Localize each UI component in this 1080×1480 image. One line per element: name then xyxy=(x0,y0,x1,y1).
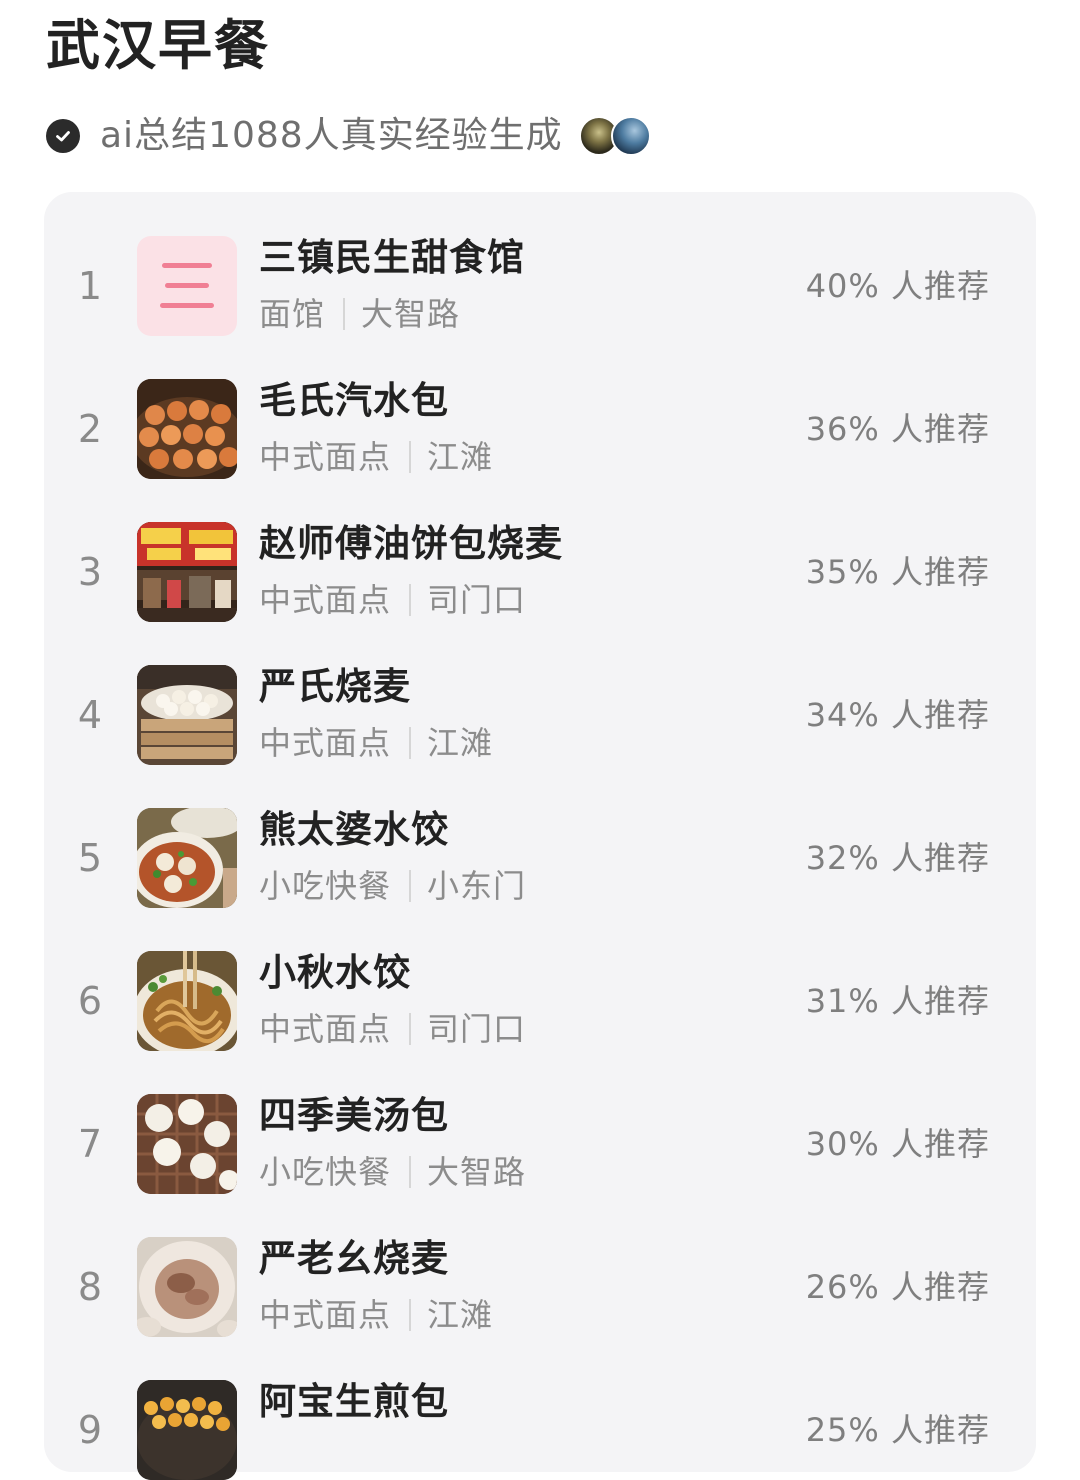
restaurant-category: 小吃快餐 xyxy=(259,1153,392,1191)
restaurant-category: 中式面点 xyxy=(259,724,392,762)
recommend-percent: 26% 人推荐 xyxy=(805,1268,990,1306)
divider xyxy=(409,1299,412,1331)
list-item[interactable]: 8 严老幺烧麦 中式面点 江滩 26% 人推荐 xyxy=(44,1237,1036,1337)
restaurant-meta: 中式面点 司门口 xyxy=(259,1007,526,1051)
restaurant-category: 中式面点 xyxy=(259,1296,392,1334)
restaurant-meta: 面馆 大智路 xyxy=(259,292,460,336)
divider xyxy=(343,298,346,330)
rank-number: 2 xyxy=(77,407,103,451)
restaurant-name: 阿宝生煎包 xyxy=(259,1380,449,1423)
recommend-percent: 36% 人推荐 xyxy=(805,410,990,448)
restaurant-name: 三镇民生甜食馆 xyxy=(259,236,525,279)
restaurant-name: 严老幺烧麦 xyxy=(259,1237,449,1280)
rank-number: 3 xyxy=(77,550,103,594)
divider xyxy=(409,1013,412,1045)
restaurant-thumbnail xyxy=(137,1094,237,1194)
restaurant-meta: 中式面点 司门口 xyxy=(259,578,526,622)
ai-summary-text: ai总结1088人真实经验生成 xyxy=(100,115,563,156)
ranking-list: 1 三镇民生甜食馆 面馆 大智路 40% 人推荐 2 毛氏汽水包 中式面点 江滩… xyxy=(44,192,1036,1480)
restaurant-name: 赵师傅油饼包烧麦 xyxy=(259,522,563,565)
list-item[interactable]: 4 严氏烧麦 中式面点 江滩 34% 人推荐 xyxy=(44,665,1036,765)
list-item[interactable]: 9 阿宝生煎包 25% 人推荐 xyxy=(44,1380,1036,1480)
restaurant-meta: 小吃快餐 大智路 xyxy=(259,1150,526,1194)
list-item[interactable]: 3 赵师傅油饼包烧麦 中式面点 司门口 35% 人推荐 xyxy=(44,522,1036,622)
restaurant-area: 江滩 xyxy=(427,1296,494,1334)
rank-number: 6 xyxy=(77,979,103,1023)
restaurant-meta: 中式面点 江滩 xyxy=(259,721,493,765)
divider xyxy=(409,441,412,473)
restaurant-meta: 中式面点 江滩 xyxy=(259,1293,493,1337)
recommend-percent: 30% 人推荐 xyxy=(805,1125,990,1163)
restaurant-name: 严氏烧麦 xyxy=(259,665,411,708)
restaurant-name: 熊太婆水饺 xyxy=(259,808,449,851)
list-item[interactable]: 1 三镇民生甜食馆 面馆 大智路 40% 人推荐 xyxy=(44,236,1036,336)
divider xyxy=(409,584,412,616)
restaurant-thumbnail xyxy=(137,1237,237,1337)
recommend-percent: 32% 人推荐 xyxy=(805,839,990,877)
recommend-percent: 31% 人推荐 xyxy=(805,982,990,1020)
rank-number: 5 xyxy=(77,836,103,880)
restaurant-name: 四季美汤包 xyxy=(259,1094,449,1137)
restaurant-meta: 中式面点 江滩 xyxy=(259,435,493,479)
list-item[interactable]: 6 小秋水饺 中式面点 司门口 31% 人推荐 xyxy=(44,951,1036,1051)
list-item[interactable]: 7 四季美汤包 小吃快餐 大智路 30% 人推荐 xyxy=(44,1094,1036,1194)
restaurant-thumbnail xyxy=(137,951,237,1051)
list-item[interactable]: 5 熊太婆水饺 小吃快餐 小东门 32% 人推荐 xyxy=(44,808,1036,908)
restaurant-thumbnail xyxy=(137,1380,237,1480)
restaurant-thumbnail xyxy=(137,379,237,479)
rank-number: 7 xyxy=(77,1122,103,1166)
list-item[interactable]: 2 毛氏汽水包 中式面点 江滩 36% 人推荐 xyxy=(44,379,1036,479)
divider xyxy=(409,870,412,902)
restaurant-thumbnail xyxy=(137,808,237,908)
rank-number: 4 xyxy=(77,693,103,737)
divider xyxy=(409,1156,412,1188)
restaurant-area: 江滩 xyxy=(427,438,494,476)
restaurant-thumbnail xyxy=(137,236,237,336)
page-title: 武汉早餐 xyxy=(46,14,270,77)
restaurant-area: 大智路 xyxy=(427,1153,527,1191)
restaurant-category: 中式面点 xyxy=(259,581,392,619)
recommend-percent: 40% 人推荐 xyxy=(805,267,990,305)
recommend-percent: 25% 人推荐 xyxy=(805,1411,990,1449)
contributor-avatars[interactable] xyxy=(578,116,651,156)
restaurant-area: 司门口 xyxy=(427,1010,527,1048)
restaurant-area: 小东门 xyxy=(427,867,527,905)
restaurant-category: 小吃快餐 xyxy=(259,867,392,905)
restaurant-category: 中式面点 xyxy=(259,438,392,476)
rank-number: 1 xyxy=(77,264,103,308)
restaurant-meta: 小吃快餐 小东门 xyxy=(259,864,526,908)
recommend-percent: 34% 人推荐 xyxy=(805,696,990,734)
recommend-percent: 35% 人推荐 xyxy=(805,553,990,591)
avatar[interactable] xyxy=(610,116,651,156)
verified-check-icon xyxy=(46,119,80,153)
restaurant-category: 面馆 xyxy=(259,295,326,333)
restaurant-thumbnail xyxy=(137,665,237,765)
ai-summary-row: ai总结1088人真实经验生成 xyxy=(46,108,651,164)
restaurant-thumbnail xyxy=(137,522,237,622)
rank-number: 8 xyxy=(77,1265,103,1309)
restaurant-area: 司门口 xyxy=(427,581,527,619)
restaurant-category: 中式面点 xyxy=(259,1010,392,1048)
restaurant-area: 江滩 xyxy=(427,724,494,762)
restaurant-area: 大智路 xyxy=(361,295,461,333)
rank-number: 9 xyxy=(77,1408,103,1452)
restaurant-name: 毛氏汽水包 xyxy=(259,379,449,422)
restaurant-name: 小秋水饺 xyxy=(259,951,411,994)
divider xyxy=(409,727,412,759)
